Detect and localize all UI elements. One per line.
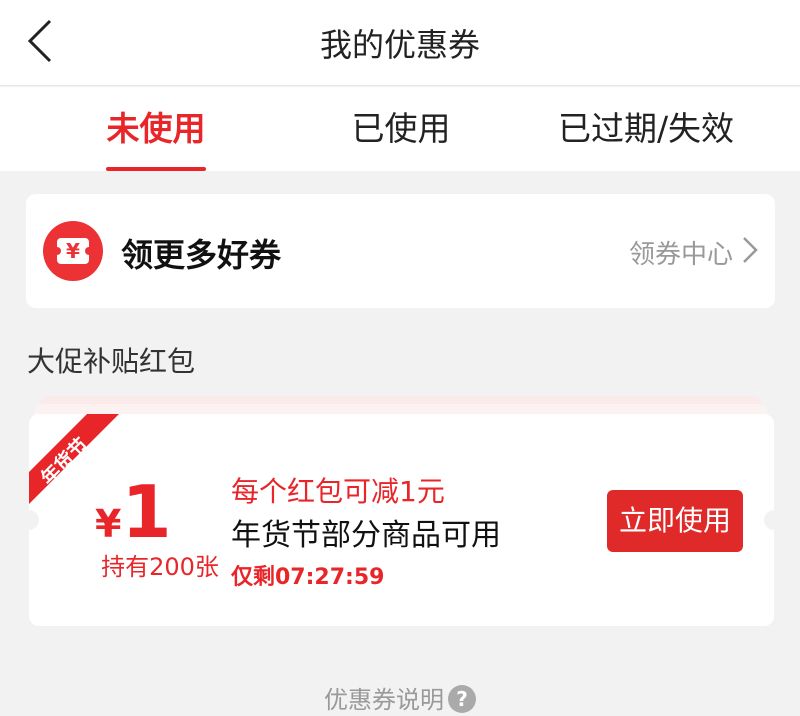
more-coupons-title: 领更多好券 — [121, 236, 282, 274]
chevron-right-icon — [741, 236, 759, 264]
coupon-rules-label: 优惠券说明 — [324, 686, 444, 714]
amount-value: 1 — [121, 470, 172, 554]
tab-active-indicator — [106, 167, 206, 171]
svg-text:¥: ¥ — [66, 239, 80, 263]
section-title: 大促补贴红包 — [27, 345, 196, 378]
coupon-amount: ¥1 — [95, 470, 215, 554]
coupon-scope-text: 年货节部分商品可用 — [231, 518, 501, 553]
tab-label: 已过期/失效 — [557, 109, 735, 148]
coupon-notch — [29, 510, 39, 530]
ticket-yuan-icon: ¥ — [43, 221, 103, 281]
header: 我的优惠券 — [0, 0, 800, 86]
tab-label: 未使用 — [106, 109, 206, 148]
more-coupons-card[interactable]: ¥ 领更多好券 领券中心 — [26, 194, 775, 308]
use-now-button[interactable]: 立即使用 — [607, 490, 743, 552]
help-icon: ? — [448, 685, 476, 713]
coupon-notch — [764, 510, 774, 530]
coupon-center-link[interactable]: 领券中心 — [629, 234, 733, 271]
tab-bar: 未使用 已使用 已过期/失效 — [0, 87, 800, 171]
tab-label: 已使用 — [351, 109, 451, 148]
coupon-rules-link[interactable]: 优惠券说明? — [0, 680, 800, 715]
tab-unused[interactable]: 未使用 — [104, 87, 208, 171]
coupon-card[interactable]: 年货节 ¥1 持有200张 每个红包可减1元 年货节部分商品可用 仅剩07:27… — [29, 414, 774, 626]
tab-expired[interactable]: 已过期/失效 — [555, 87, 737, 171]
page-title: 我的优惠券 — [319, 26, 480, 64]
coupon-discount-text: 每个红包可减1元 — [231, 475, 445, 508]
holding-count: 持有200张 — [101, 553, 219, 581]
tab-used[interactable]: 已使用 — [350, 87, 452, 171]
currency-symbol: ¥ — [95, 502, 122, 546]
coupon-countdown: 仅剩07:27:59 — [231, 565, 385, 590]
